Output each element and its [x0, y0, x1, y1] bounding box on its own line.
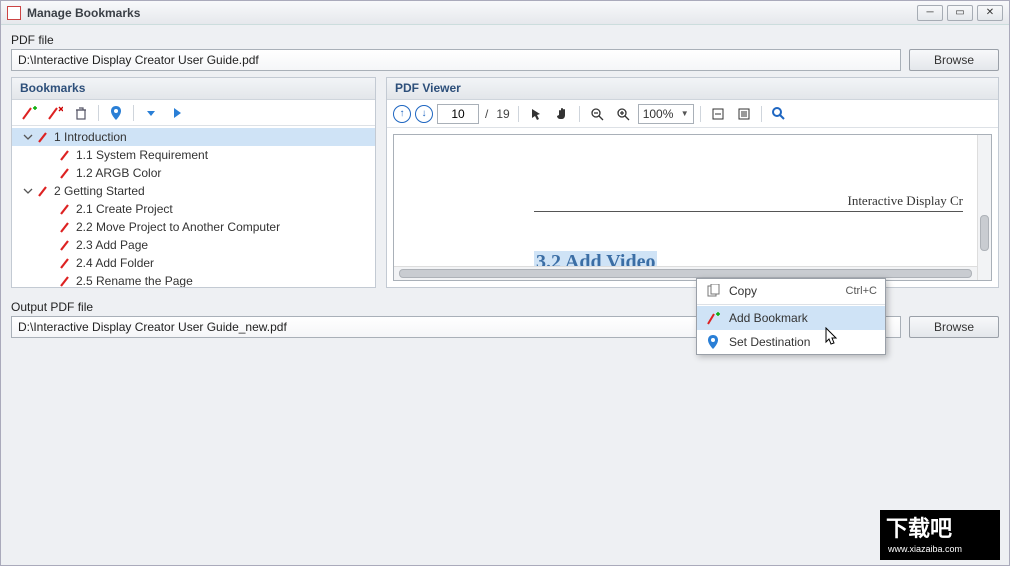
expand-placeholder — [44, 275, 56, 287]
ctx-add-bookmark-label: Add Bookmark — [729, 311, 808, 325]
bookmark-marker-icon — [60, 167, 72, 179]
page-down-icon[interactable]: ↓ — [415, 105, 433, 123]
fit-width-icon[interactable] — [733, 104, 755, 124]
expand-placeholder — [44, 167, 56, 179]
fit-page-icon[interactable] — [707, 104, 729, 124]
zoom-dropdown[interactable]: 100% ▼ — [638, 104, 694, 124]
bookmark-tree[interactable]: 1 Introduction 1.1 System Requirement 1.2 … — [12, 126, 375, 287]
svg-text:下载吧: 下载吧 — [886, 516, 952, 541]
search-icon[interactable] — [768, 104, 790, 124]
pdf-canvas[interactable]: Interactive Display Cr 3.2 Add Video The… — [393, 134, 992, 281]
expand-placeholder — [44, 257, 56, 269]
expand-placeholder — [44, 149, 56, 161]
zoom-value: 100% — [643, 107, 674, 121]
pdf-horizontal-scrollbar[interactable] — [394, 266, 977, 280]
ctx-set-destination[interactable]: Set Destination — [697, 330, 885, 354]
svg-text:www.xiazaiba.com: www.xiazaiba.com — [887, 544, 962, 554]
separator — [98, 105, 99, 121]
page-current-input[interactable] — [437, 104, 479, 124]
bookmark-label: 2 Getting Started — [54, 184, 145, 198]
select-tool-icon[interactable] — [525, 104, 547, 124]
pdf-vertical-scrollbar[interactable] — [977, 135, 991, 280]
page-up-icon[interactable]: ↑ — [393, 105, 411, 123]
bookmark-label: 1.1 System Requirement — [76, 148, 208, 162]
bookmark-marker-icon — [60, 275, 72, 287]
bookmark-item[interactable]: 2.5 Rename the Page — [12, 272, 375, 287]
bookmark-label: 2.5 Rename the Page — [76, 274, 193, 287]
copy-icon — [705, 283, 721, 299]
maximize-button[interactable]: ▭ — [947, 5, 973, 21]
pdf-file-label: PDF file — [11, 33, 999, 47]
bookmark-item[interactable]: 2 Getting Started — [12, 182, 375, 200]
browse-output-button[interactable]: Browse — [909, 316, 999, 338]
header-rule — [534, 211, 963, 212]
ctx-copy-label: Copy — [729, 284, 757, 298]
app-icon — [7, 6, 21, 20]
page-separator: / — [485, 107, 488, 121]
bookmark-item[interactable]: 2.4 Add Folder — [12, 254, 375, 272]
bookmark-marker-icon — [60, 257, 72, 269]
bookmark-item[interactable]: 2.2 Move Project to Another Computer — [12, 218, 375, 236]
context-menu: Copy Ctrl+C Add Bookmark Set Destination — [696, 278, 886, 355]
separator — [133, 105, 134, 121]
close-button[interactable]: ✕ — [977, 5, 1003, 21]
page-total: 19 — [496, 107, 509, 121]
bookmark-item[interactable]: 1.2 ARGB Color — [12, 164, 375, 182]
expand-placeholder — [44, 221, 56, 233]
doc-running-header: Interactive Display Cr — [847, 193, 963, 209]
watermark-logo: 下载吧 www.xiazaiba.com — [880, 510, 1000, 560]
expand-toggle-icon[interactable] — [22, 131, 34, 143]
bookmark-marker-icon — [60, 149, 72, 161]
minimize-button[interactable]: ─ — [917, 5, 943, 21]
bookmark-item[interactable]: 2.3 Add Page — [12, 236, 375, 254]
bookmarks-panel: Bookmarks — [11, 77, 376, 288]
bookmark-label: 1.2 ARGB Color — [76, 166, 161, 180]
expand-placeholder — [44, 239, 56, 251]
bookmark-label: 2.2 Move Project to Another Computer — [76, 220, 280, 234]
pin-icon — [705, 334, 721, 350]
chevron-down-icon: ▼ — [681, 109, 689, 118]
bookmarks-toolbar — [12, 100, 375, 126]
bookmark-item[interactable]: 1 Introduction — [12, 128, 375, 146]
zoom-out-icon[interactable] — [586, 104, 608, 124]
window-title: Manage Bookmarks — [27, 6, 917, 20]
bookmark-icon — [705, 310, 721, 326]
hand-tool-icon[interactable] — [551, 104, 573, 124]
separator — [697, 304, 885, 305]
bookmarks-panel-title: Bookmarks — [12, 78, 375, 100]
bookmark-marker-icon — [60, 239, 72, 251]
ctx-set-destination-label: Set Destination — [729, 335, 810, 349]
down-arrow-icon[interactable] — [140, 103, 162, 123]
ctx-add-bookmark[interactable]: Add Bookmark — [697, 306, 885, 330]
bookmark-marker-icon — [60, 203, 72, 215]
pin-icon[interactable] — [105, 103, 127, 123]
pdf-viewer-panel: PDF Viewer ↑ ↓ / 19 — [386, 77, 999, 288]
pdf-toolbar: ↑ ↓ / 19 — [387, 100, 998, 128]
bookmark-marker-icon — [60, 221, 72, 233]
play-icon[interactable] — [166, 103, 188, 123]
bookmark-item[interactable]: 2.1 Create Project — [12, 200, 375, 218]
bookmark-label: 1 Introduction — [54, 130, 127, 144]
titlebar[interactable]: Manage Bookmarks ─ ▭ ✕ — [1, 1, 1009, 25]
pdf-file-input[interactable] — [11, 49, 901, 71]
bookmark-marker-icon — [38, 185, 50, 197]
expand-toggle-icon[interactable] — [22, 185, 34, 197]
pdf-viewer-title: PDF Viewer — [387, 78, 998, 100]
remove-bookmark-icon[interactable] — [44, 103, 66, 123]
add-bookmark-icon[interactable] — [18, 103, 40, 123]
bookmark-item[interactable]: 1.1 System Requirement — [12, 146, 375, 164]
bookmark-marker-icon — [38, 131, 50, 143]
delete-icon[interactable] — [70, 103, 92, 123]
bookmark-label: 2.4 Add Folder — [76, 256, 154, 270]
expand-placeholder — [44, 203, 56, 215]
zoom-in-icon[interactable] — [612, 104, 634, 124]
browse-pdf-button[interactable]: Browse — [909, 49, 999, 71]
bookmark-label: 2.1 Create Project — [76, 202, 173, 216]
ctx-copy[interactable]: Copy Ctrl+C — [697, 279, 885, 303]
ctx-copy-shortcut: Ctrl+C — [846, 285, 877, 297]
bookmark-label: 2.3 Add Page — [76, 238, 148, 252]
